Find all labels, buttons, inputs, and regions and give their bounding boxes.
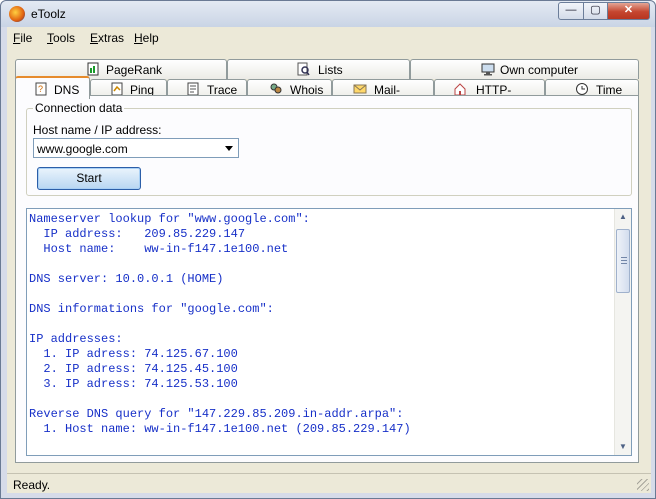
http-header-icon [454,83,466,96]
result-line: Nameserver lookup for "www.google.com": [29,212,310,226]
window-title: eToolz [31,7,66,21]
menu-extras[interactable]: Extras [90,31,124,45]
result-line: DNS informations for "google.com": [29,302,274,316]
trace-icon [187,82,199,96]
tab-dns[interactable]: ? DNS [15,76,90,99]
dns-icon: ? [35,82,47,96]
scroll-thumb[interactable] [616,229,630,293]
own-computer-icon [481,63,495,76]
result-line [29,257,614,272]
result-line: 2. IP adress: 74.125.45.100 [29,362,238,376]
tab-pagerank-label: PageRank [106,63,163,77]
result-line: 1. IP adress: 74.125.67.100 [29,347,238,361]
result-line [29,392,614,407]
tab-panel-dns: Connection data Host name / IP address: … [15,95,639,463]
lists-icon [297,62,310,76]
tab-dns-label: DNS [54,83,80,97]
time-icon [576,83,588,95]
etoolz-app-icon [9,6,25,22]
pagerank-icon [87,62,99,76]
status-bar: Ready. [7,473,651,493]
close-button[interactable]: ✕ [607,2,650,20]
result-line [29,317,614,332]
maximize-button[interactable]: ▢ [583,2,608,20]
result-line: IP addresses: [29,332,123,346]
host-input-value: www.google.com [37,142,128,156]
tab-own-computer[interactable]: Own computer [410,59,639,79]
menu-bar: File Tools Extras Help [7,27,651,49]
menu-help[interactable]: Help [134,31,159,45]
start-button[interactable]: Start [37,167,141,190]
minimize-button[interactable]: — [558,2,584,20]
result-line: Host name: ww-in-f147.1e100.net [29,242,289,256]
connection-data-title: Connection data [33,101,125,115]
host-input[interactable]: www.google.com [33,138,239,158]
scroll-up-icon[interactable]: ▲ [615,209,631,225]
scroll-down-icon[interactable]: ▼ [615,439,631,455]
result-line: 3. IP adress: 74.125.53.100 [29,377,238,391]
tab-lists[interactable]: Lists [227,59,410,79]
result-line: DNS server: 10.0.0.1 (HOME) [29,272,224,286]
result-line: IP address: 209.85.229.147 [29,227,246,241]
app-window: eToolz — ▢ ✕ File Tools Extras Help Page… [0,0,656,499]
result-line: 1. Host name: ww-in-f147.1e100.net (209.… [29,422,411,436]
results-text: Nameserver lookup for "www.google.com": … [29,212,614,437]
chevron-down-icon[interactable] [222,141,236,155]
tab-lists-label: Lists [318,63,343,77]
result-line: Reverse DNS query for "147.229.85.209.in… [29,407,404,421]
svg-text:?: ? [38,84,43,94]
title-bar[interactable]: eToolz — ▢ ✕ [1,1,655,27]
ping-icon [111,82,123,96]
result-line [29,287,614,302]
tab-own-computer-label: Own computer [500,63,579,77]
host-field-label: Host name / IP address: [33,123,162,137]
menu-file[interactable]: File [13,31,32,45]
resize-grip-icon[interactable] [637,479,649,491]
connection-data-group: Connection data Host name / IP address: … [26,101,632,196]
vertical-scrollbar[interactable]: ▲ ▼ [614,209,631,455]
status-text: Ready. [13,478,51,492]
tab-row-top: PageRank Lists Own computer [7,59,651,79]
results-output[interactable]: Nameserver lookup for "www.google.com": … [26,208,632,456]
menu-tools[interactable]: Tools [47,31,75,45]
mail-check-icon [353,84,367,94]
whois-icon [270,83,282,94]
